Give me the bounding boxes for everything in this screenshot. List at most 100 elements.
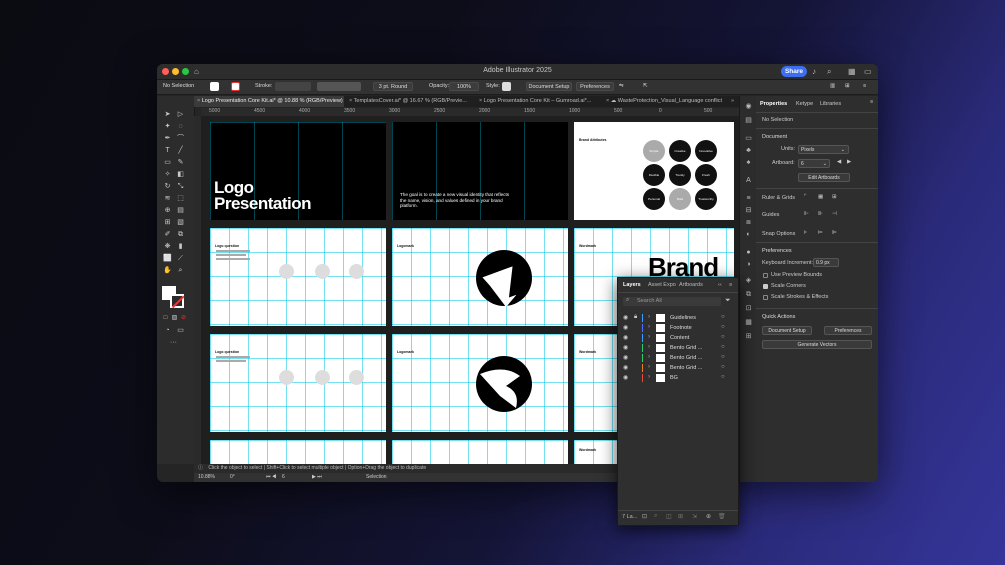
tab-artboards[interactable]: Artboards (679, 282, 703, 288)
rotation-angle[interactable]: 0° (230, 473, 235, 482)
line-tool-icon[interactable]: ╱ (176, 146, 185, 155)
tab-document-3[interactable]: × Logo Presentation Core Kit – Gumroad.a… (476, 96, 601, 107)
scale-corners-checkbox[interactable] (763, 284, 768, 289)
pixel-grid-icon[interactable]: ⊞ (832, 194, 837, 200)
graphic-styles-icon[interactable]: ◑ (744, 260, 753, 269)
slice-tool-icon[interactable]: ⟋ (176, 254, 185, 263)
layer-row[interactable]: ◉ › Bento Grid ... ○ (618, 353, 738, 363)
new-sublayer-icon[interactable]: ⊞ (678, 513, 683, 520)
width-tool-icon[interactable]: ≋ (163, 194, 172, 203)
panel-menu-icon[interactable]: ≡ (729, 282, 732, 288)
column-graph-tool-icon[interactable]: ▮ (176, 242, 185, 251)
document-setup-quick-button[interactable]: Document Setup (762, 326, 812, 335)
export-layer-icon[interactable]: ⊡ (642, 513, 647, 520)
character-icon[interactable]: A (744, 176, 753, 185)
shape-builder-tool-icon[interactable]: ⊕ (163, 206, 172, 215)
table-icon[interactable]: ⊞ (744, 332, 753, 341)
tab-libraries[interactable]: Libraries (820, 101, 841, 107)
export-panel-icon[interactable]: ▦ (744, 318, 753, 327)
layer-row[interactable]: ◉ › Content ○ (618, 333, 738, 343)
tab-document-4[interactable]: × ☁ WasteProtection_Visual_Language conf… (603, 96, 731, 107)
lock-icon[interactable]: 🔒︎ (634, 314, 637, 321)
scale-strokes-checkbox[interactable] (763, 295, 768, 300)
artboard-logo-question-1[interactable]: Logo question (210, 228, 386, 326)
curvature-tool-icon[interactable]: ⌒ (176, 134, 185, 143)
edit-artboards-button[interactable]: Edit Artboards (798, 173, 850, 182)
blend-tool-icon[interactable]: ⧉ (176, 230, 185, 239)
tab-document-1[interactable]: × Logo Presentation Core Kit.ai* @ 10.88… (194, 96, 344, 107)
panel-menu-icon[interactable]: ≡ (870, 99, 873, 105)
grid-icon[interactable]: ▦ (818, 194, 823, 200)
units-select[interactable]: Pixels ⌄ (798, 145, 849, 154)
clipping-mask-icon[interactable]: ◫ (666, 513, 672, 520)
artboard-tool-icon[interactable]: ⬜ (163, 254, 172, 263)
layer-row[interactable]: ◉ › Footnote ○ (618, 323, 738, 333)
hand-tool-icon[interactable]: ✋ (163, 266, 172, 275)
brush-definition-select[interactable]: 3 pt. Round (373, 82, 413, 91)
edit-toolbar-icon[interactable]: ··· (169, 338, 178, 347)
tab-ketype[interactable]: Ketype (796, 101, 813, 107)
search-icon[interactable]: ⌕ (827, 67, 831, 76)
gradient-tool-icon[interactable]: ▧ (176, 218, 185, 227)
expand-chevron-icon[interactable]: › (648, 364, 650, 370)
delete-layer-icon[interactable]: 🗑︎ (718, 513, 726, 520)
more-tabs-icon[interactable]: » (731, 96, 739, 107)
target-circle-icon[interactable]: ○ (721, 324, 725, 330)
prev-artboard-button[interactable]: ◀ (837, 159, 841, 165)
expand-chevron-icon[interactable]: › (648, 314, 650, 320)
artboard-brand-attributes[interactable]: Brand Attributes Simple Creative Innovat… (574, 122, 734, 220)
search-field[interactable]: ⌕ Search All (623, 297, 721, 306)
visibility-eye-icon[interactable]: ◉ (623, 324, 628, 331)
artboards-icon[interactable]: ⧉ (744, 290, 753, 299)
ruler-icon[interactable]: ⌜ (804, 194, 807, 200)
document-setup-button[interactable]: Document Setup (526, 82, 572, 91)
expand-chevron-icon[interactable]: › (648, 324, 650, 330)
gradient-mode-icon[interactable]: ▨ (170, 314, 179, 323)
expand-chevron-icon[interactable]: › (648, 354, 650, 360)
bell-icon[interactable]: ♪ (812, 67, 816, 76)
stroke-color-swatch[interactable] (170, 294, 185, 308)
none-mode-icon[interactable]: ⊘ (179, 314, 188, 323)
snap-grid-icon[interactable]: ⊨ (818, 230, 823, 236)
color-mode-icon[interactable]: □ (161, 314, 170, 323)
symbol-sprayer-tool-icon[interactable]: ❋ (163, 242, 172, 251)
expand-chevron-icon[interactable]: › (648, 334, 650, 340)
artboard-logomark-1[interactable]: Logomark (392, 228, 568, 326)
assets-icon[interactable]: ▤ (744, 116, 753, 125)
artboard-number[interactable]: 6 (282, 473, 285, 482)
artboard-logomark-2[interactable]: Logomark (392, 334, 568, 432)
type-tool-icon[interactable]: T (163, 146, 172, 155)
layer-row[interactable]: ◉ 🔒︎ › Guidelines ○ (618, 313, 738, 323)
new-layer-icon[interactable]: ⊕ (706, 513, 711, 520)
lasso-tool-icon[interactable]: ◌ (176, 122, 185, 131)
keyboard-increment-field[interactable]: 0.9 px (813, 258, 839, 267)
eraser-tool-icon[interactable]: ◧ (176, 170, 185, 179)
direct-selection-tool-icon[interactable]: ▷ (176, 110, 185, 119)
selection-tool-icon[interactable]: ➤ (163, 110, 172, 119)
transparency-icon[interactable]: ◐ (744, 230, 753, 239)
properties-icon[interactable]: ▭ (744, 134, 753, 143)
lock-guides-icon[interactable]: ⊪ (818, 211, 823, 217)
tab-document-2[interactable]: × TemplatesCover.ai* @ 16.67 % (RGB/Prev… (346, 96, 474, 107)
stroke-swatch[interactable] (231, 82, 240, 91)
brushes-icon[interactable]: ♠ (744, 158, 753, 167)
export-icon[interactable]: ⇱ (643, 83, 648, 89)
links-icon[interactable]: ⊡ (744, 304, 753, 313)
locate-object-icon[interactable]: ⌕ (654, 513, 657, 520)
visibility-eye-icon[interactable]: ◉ (623, 344, 628, 351)
fill-swatch[interactable] (210, 82, 219, 91)
pen-tool-icon[interactable]: ✒ (163, 134, 172, 143)
zoom-level[interactable]: 10.88% (198, 473, 215, 482)
layer-row[interactable]: ◉ › BG ○ (618, 373, 738, 383)
visibility-eye-icon[interactable]: ◉ (623, 334, 628, 341)
layer-row[interactable]: ◉ › Bento Grid ... ○ (618, 363, 738, 373)
zoom-tool-icon[interactable]: ⌕ (176, 266, 185, 275)
magic-wand-tool-icon[interactable]: ✦ (163, 122, 172, 131)
tab-layers[interactable]: Layers (623, 282, 641, 288)
opacity-field[interactable]: 100% (449, 82, 479, 91)
tab-asset-export[interactable]: Asset Expo (648, 282, 676, 288)
filter-icon[interactable]: ⏷ (725, 297, 731, 305)
paragraph-icon[interactable]: ≡ (744, 194, 753, 203)
collapse-icon[interactable]: ‹‹ (718, 282, 722, 288)
visibility-eye-icon[interactable]: ◉ (623, 364, 628, 371)
